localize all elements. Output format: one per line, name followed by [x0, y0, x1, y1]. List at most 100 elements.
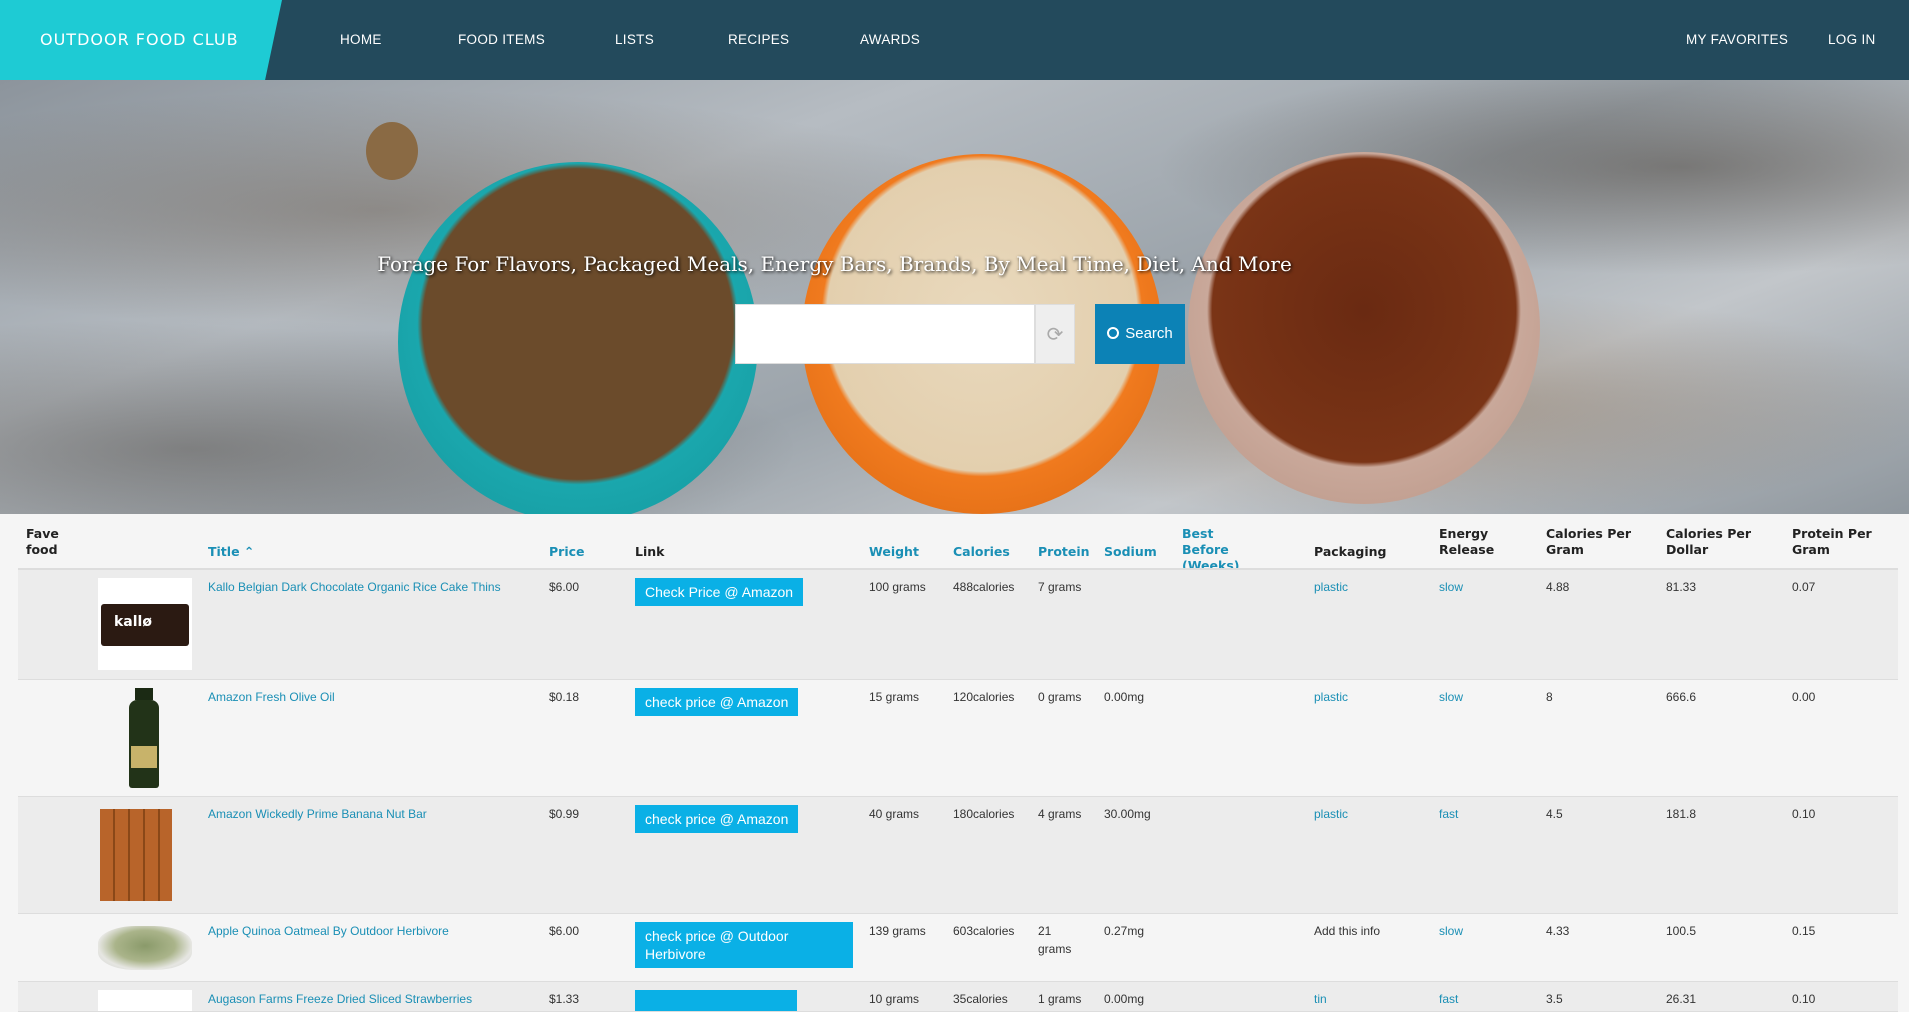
header-calories[interactable]: Calories — [953, 544, 1010, 560]
calories-per-gram: 4.5 — [1546, 807, 1563, 821]
product-protein: 4 grams — [1038, 807, 1082, 821]
header-weight[interactable]: Weight — [869, 544, 919, 560]
protein-per-gram: 0.10 — [1792, 992, 1816, 1006]
product-title[interactable]: Augason Farms Freeze Dried Sliced Strawb… — [208, 990, 472, 1008]
product-title[interactable]: Apple Quinoa Oatmeal By Outdoor Herbivor… — [208, 922, 449, 940]
calories-per-gram: 8 — [1546, 690, 1553, 704]
bowl-dates — [1188, 152, 1540, 504]
search-input[interactable] — [735, 304, 1035, 364]
header-link: Link — [635, 544, 665, 559]
nav-lists[interactable]: LISTS — [615, 32, 654, 47]
product-price: $0.99 — [549, 807, 580, 821]
header-title-label[interactable]: Title — [208, 544, 240, 559]
product-price: $6.00 — [549, 580, 580, 594]
nav-awards[interactable]: AWARDS — [860, 32, 920, 47]
nav-recipes[interactable]: RECIPES — [728, 32, 789, 47]
product-price: $1.33 — [549, 992, 580, 1006]
product-packaging[interactable]: plastic — [1314, 805, 1348, 823]
product-calories: 120calories — [953, 690, 1015, 704]
check-price-button[interactable]: check price @ Amazon — [635, 688, 799, 716]
product-title[interactable]: Amazon Fresh Olive Oil — [208, 688, 335, 706]
product-image[interactable] — [98, 922, 192, 970]
product-weight: 139 grams — [869, 924, 926, 938]
calories-per-dollar: 100.5 — [1666, 924, 1697, 938]
nav-food-items[interactable]: FOOD ITEMS — [458, 32, 545, 47]
brand-name[interactable]: OUTDOOR FOOD CLUB — [40, 30, 239, 49]
search-button[interactable]: Search — [1095, 304, 1185, 364]
protein-per-gram: 0.07 — [1792, 580, 1816, 594]
calories-per-gram: 4.88 — [1546, 580, 1570, 594]
table-row: Amazon Fresh Olive Oil $0.18 check price… — [18, 680, 1898, 797]
hero-tagline: Forage For Flavors, Packaged Meals, Ener… — [377, 252, 1292, 276]
header-calories-per-dollar: Calories Per Dollar — [1666, 526, 1752, 557]
product-calories: 180calories — [953, 807, 1015, 821]
product-price: $0.18 — [549, 690, 580, 704]
header-packaging: Packaging — [1314, 544, 1387, 559]
product-packaging[interactable]: plastic — [1314, 578, 1348, 596]
calories-per-gram: 4.33 — [1546, 924, 1570, 938]
search-button-label: Search — [1125, 325, 1173, 342]
product-image[interactable] — [98, 990, 192, 1011]
product-sodium: 30.00mg — [1104, 807, 1151, 821]
protein-per-gram: 0.15 — [1792, 924, 1816, 938]
refresh-icon[interactable]: ⟳ — [1035, 304, 1075, 364]
product-image[interactable] — [98, 688, 192, 788]
brand-logo[interactable]: OUTDOOR FOOD CLUB — [0, 0, 282, 80]
product-calories: 488calories — [953, 580, 1015, 594]
protein-per-gram: 0.10 — [1792, 807, 1816, 821]
product-sodium: 0.00mg — [1104, 992, 1145, 1006]
table-row: Augason Farms Freeze Dried Sliced Strawb… — [18, 982, 1898, 1012]
header-protein-per-gram: Protein Per Gram — [1792, 526, 1872, 557]
header-price[interactable]: Price — [549, 544, 585, 560]
table-row: Apple Quinoa Oatmeal By Outdoor Herbivor… — [18, 914, 1898, 982]
product-protein: 0 grams — [1038, 690, 1082, 704]
table-row: Amazon Wickedly Prime Banana Nut Bar $0.… — [18, 797, 1898, 914]
header-calories-per-gram: Calories Per Gram — [1546, 526, 1632, 557]
check-price-button[interactable]: check price @ Amazon — [635, 805, 799, 833]
nav-log-in[interactable]: LOG IN — [1828, 32, 1876, 47]
product-sodium: 0.00mg — [1104, 690, 1145, 704]
product-title[interactable]: Kallo Belgian Dark Chocolate Organic Ric… — [208, 578, 501, 596]
nav-my-favorites[interactable]: MY FAVORITES — [1686, 32, 1788, 47]
product-sodium: 0.27mg — [1104, 924, 1145, 938]
calories-per-dollar: 26.31 — [1666, 992, 1697, 1006]
product-protein: 1 grams — [1038, 992, 1082, 1006]
product-weight: 10 grams — [869, 992, 920, 1006]
product-weight: 15 grams — [869, 690, 920, 704]
product-packaging[interactable]: tin — [1314, 990, 1327, 1008]
product-energy-release[interactable]: slow — [1439, 688, 1463, 706]
check-price-button[interactable]: check price @ Outdoor Herbivore — [635, 922, 853, 968]
calories-per-gram: 3.5 — [1546, 992, 1563, 1006]
header-title[interactable]: Title ⌃ — [208, 544, 254, 560]
calories-per-dollar: 181.8 — [1666, 807, 1697, 821]
header-best-before[interactable]: Best Before (Weeks) — [1182, 526, 1262, 574]
product-image[interactable] — [98, 805, 192, 903]
product-energy-release[interactable]: fast — [1439, 990, 1458, 1008]
protein-per-gram: 0.00 — [1792, 690, 1816, 704]
check-price-button[interactable]: Check Price @ Amazon — [635, 578, 804, 606]
product-packaging[interactable]: plastic — [1314, 688, 1348, 706]
check-price-button[interactable] — [635, 990, 797, 1011]
product-calories: 603calories — [953, 924, 1015, 938]
header-energy-release: Energy Release — [1439, 526, 1495, 557]
product-energy-release[interactable]: fast — [1439, 805, 1458, 823]
product-price: $6.00 — [549, 924, 580, 938]
product-energy-release[interactable]: slow — [1439, 922, 1463, 940]
header-sodium[interactable]: Sodium — [1104, 544, 1157, 560]
product-weight: 100 grams — [869, 580, 926, 594]
product-weight: 40 grams — [869, 807, 920, 821]
product-title[interactable]: Amazon Wickedly Prime Banana Nut Bar — [208, 805, 427, 823]
header-protein[interactable]: Protein — [1038, 544, 1090, 560]
nav-home[interactable]: HOME — [340, 32, 382, 47]
table-row: kallø Kallo Belgian Dark Chocolate Organ… — [18, 570, 1898, 680]
product-packaging: Add this info — [1314, 924, 1381, 938]
calories-per-dollar: 81.33 — [1666, 580, 1697, 594]
calories-per-dollar: 666.6 — [1666, 690, 1697, 704]
header-fave: Fave food — [26, 526, 59, 557]
hero-banner: Forage For Flavors, Packaged Meals, Ener… — [0, 80, 1909, 514]
top-nav: OUTDOOR FOOD CLUB HOME FOOD ITEMS LISTS … — [0, 0, 1909, 80]
sort-asc-icon: ⌃ — [243, 544, 255, 559]
product-protein: 21 grams — [1038, 924, 1072, 956]
product-image[interactable]: kallø — [98, 578, 192, 670]
product-energy-release[interactable]: slow — [1439, 578, 1463, 596]
